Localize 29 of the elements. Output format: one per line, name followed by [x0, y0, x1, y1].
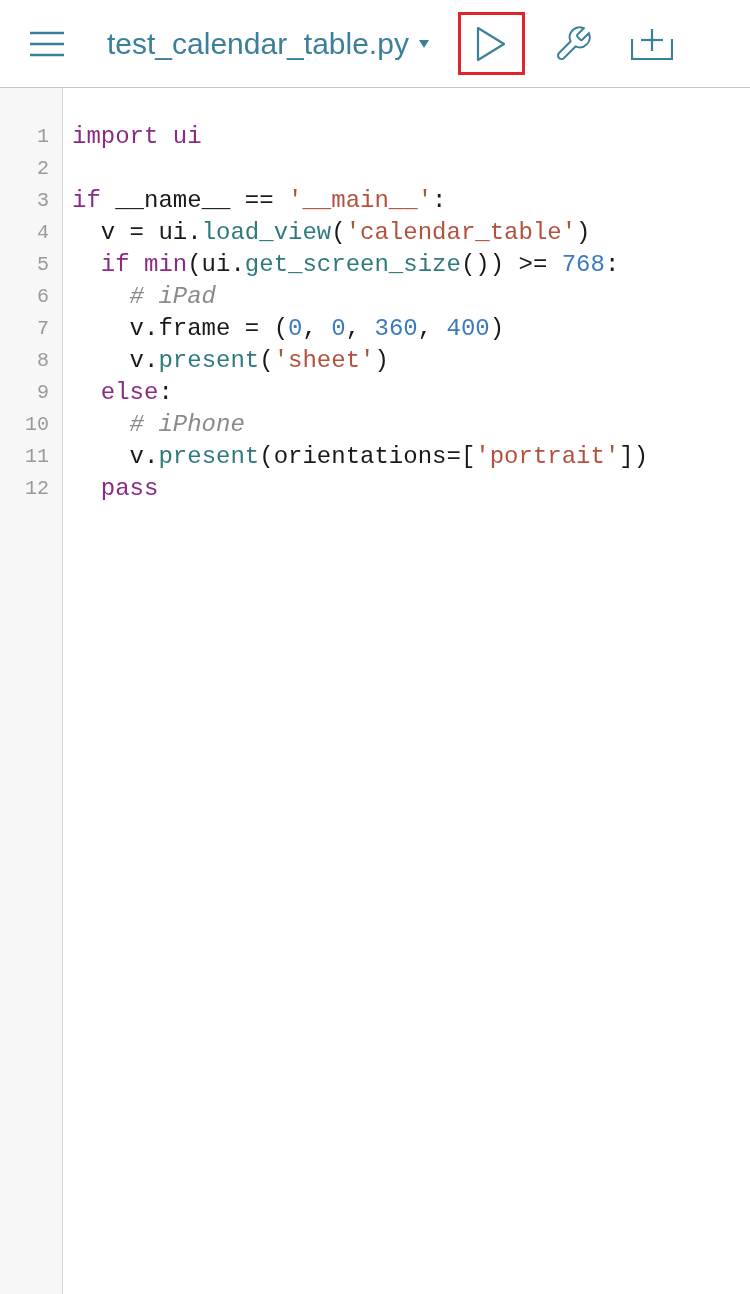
- file-title[interactable]: test_calendar_table.py: [107, 26, 409, 61]
- code-line: v.present('sheet'): [128, 346, 390, 376]
- line-number: 9: [36, 380, 50, 406]
- line-number: 10: [24, 412, 50, 438]
- line-number: 5: [36, 252, 50, 278]
- caret-icon: [418, 39, 429, 48]
- code-line: v.present(orientations=['portrait']): [128, 442, 649, 472]
- line-number: 4: [36, 220, 50, 246]
- line-number: 3: [36, 188, 50, 214]
- line-number: 12: [24, 476, 50, 502]
- code-line: if min(ui.get_screen_size()) >= 768:: [99, 250, 621, 280]
- line-number: 8: [36, 348, 50, 374]
- line-number: 11: [24, 444, 50, 470]
- code-line: v = ui.load_view('calendar_table'): [99, 218, 592, 248]
- add-icon[interactable]: [630, 26, 673, 61]
- line-number: 7: [36, 316, 50, 342]
- line-number: 6: [36, 284, 50, 310]
- run-button[interactable]: [457, 12, 525, 75]
- play-icon: [476, 25, 507, 62]
- code-line: if __name__ == '__main__':: [72, 186, 448, 216]
- line-number: 1: [36, 124, 50, 150]
- line-number: 2: [36, 156, 50, 182]
- code-line: # iPhone: [128, 410, 246, 440]
- code-line: v.frame = (0, 0, 360, 400): [128, 314, 506, 344]
- code-line: # iPad: [128, 282, 218, 312]
- menu-icon[interactable]: [30, 30, 64, 57]
- code-line: pass: [99, 474, 160, 504]
- code-line: import ui: [72, 122, 203, 152]
- code-line: else:: [99, 378, 174, 408]
